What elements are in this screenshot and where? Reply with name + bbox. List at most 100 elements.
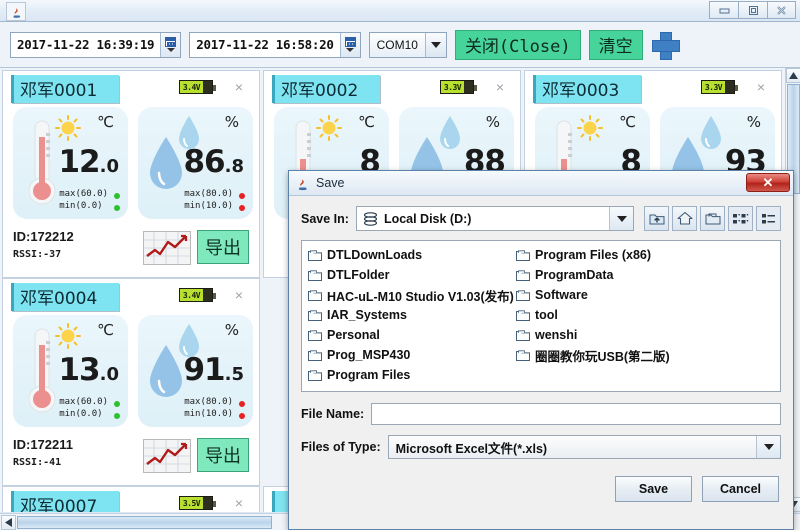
cancel-button[interactable]: Cancel xyxy=(702,476,779,502)
chart-button[interactable] xyxy=(143,231,191,265)
up-folder-icon[interactable] xyxy=(644,206,669,231)
line-chart-icon xyxy=(144,232,190,264)
close-port-button[interactable]: 关闭(Close) xyxy=(454,29,581,60)
humidity-unit: % xyxy=(746,113,761,131)
list-item[interactable]: Program Files xyxy=(308,365,526,385)
list-item[interactable]: HAC-uL-M10 Studio V1.03(发布) xyxy=(308,285,526,305)
list-item[interactable]: DTLFolder xyxy=(308,265,526,285)
sensor-name[interactable]: 邓军0004 xyxy=(11,283,119,311)
card-footer: ID:172211 RSSI:-41 导出 xyxy=(3,435,259,481)
card-header: 邓军0004 3.4V × xyxy=(3,279,259,311)
water-drop-small-icon xyxy=(440,116,460,149)
temperature-integer: 12 xyxy=(58,144,100,180)
temperature-max: max(60.0) xyxy=(59,397,108,407)
new-folder-icon[interactable] xyxy=(700,206,725,231)
card-header: 邓军0007 3.5V × xyxy=(3,487,259,512)
temperature-min-status-dot xyxy=(114,205,120,211)
list-item[interactable]: wenshi xyxy=(516,325,734,345)
save-in-row: Save In: Local Disk (D:) xyxy=(301,206,781,231)
end-datetime-field[interactable]: 2017-11-22 16:58:20 xyxy=(189,31,361,58)
scroll-thumb-horizontal[interactable] xyxy=(17,516,272,529)
folder-list-column-2: Program Files (x86) ProgramData Software… xyxy=(516,245,734,365)
home-icon[interactable] xyxy=(672,206,697,231)
card-close-icon[interactable]: × xyxy=(490,77,510,97)
port-select[interactable]: COM10 xyxy=(368,31,447,58)
humidity-min-status-dot xyxy=(239,205,245,211)
maximize-button[interactable] xyxy=(738,1,767,19)
card-close-icon[interactable]: × xyxy=(229,493,249,512)
sensor-rssi: RSSI:-41 xyxy=(13,457,62,468)
save-dialog: Save ✕ Save In: Local Disk (D:) DTLDownL… xyxy=(288,170,794,530)
folder-icon xyxy=(308,370,322,381)
list-item[interactable]: 圈圈教你玩USB(第二版) xyxy=(516,345,734,365)
temperature-unit: ℃ xyxy=(97,321,114,339)
list-item[interactable]: ProgramData xyxy=(516,265,734,285)
port-select-arrow[interactable] xyxy=(424,32,446,57)
export-button[interactable]: 导出 xyxy=(197,230,249,264)
chevron-down-icon xyxy=(346,48,355,52)
temperature-value: 13.0 xyxy=(58,355,119,386)
window-controls[interactable] xyxy=(709,1,796,19)
application-window: 2017-11-22 16:39:19 2017-11-22 16:58:20 … xyxy=(0,0,800,530)
temperature-gauge: ℃ 12.0 max(60.0) min(0.0) xyxy=(13,107,128,219)
scroll-left-button[interactable] xyxy=(1,515,16,530)
sensor-name[interactable]: 邓军0002 xyxy=(272,75,380,103)
files-of-type-select[interactable]: Microsoft Excel文件(*.xls) xyxy=(387,435,781,459)
thermometer-icon xyxy=(28,328,56,413)
dialog-body: Save In: Local Disk (D:) DTLDownLoads DT… xyxy=(289,196,793,502)
sensor-name[interactable]: 邓军0001 xyxy=(11,75,119,103)
folder-name: Prog_MSP430 xyxy=(327,348,411,362)
file-name-row: File Name: xyxy=(301,403,781,425)
battery-indicator: 3.4V xyxy=(179,288,216,302)
start-datetime-calendar-button[interactable] xyxy=(160,32,181,57)
tile-view-icon[interactable] xyxy=(728,206,753,231)
card-close-icon[interactable]: × xyxy=(751,77,771,97)
list-item[interactable]: IAR_Systems xyxy=(308,305,526,325)
save-in-arrow[interactable] xyxy=(609,207,633,230)
export-button[interactable]: 导出 xyxy=(197,438,249,472)
list-item[interactable]: Software xyxy=(516,285,734,305)
card-close-icon[interactable]: × xyxy=(229,77,249,97)
sensor-name[interactable]: 邓军0007 xyxy=(11,491,119,512)
sensor-card[interactable]: 邓军0001 3.4V × ℃ 12.0 max(60.0) min(0.0) … xyxy=(2,70,260,278)
end-datetime-calendar-button[interactable] xyxy=(339,32,360,57)
sensor-rssi: RSSI:-37 xyxy=(13,249,62,260)
folder-list[interactable]: DTLDownLoads DTLFolder HAC-uL-M10 Studio… xyxy=(301,240,781,392)
details-view-icon[interactable] xyxy=(756,206,781,231)
end-datetime-value: 2017-11-22 16:58:20 xyxy=(196,37,334,52)
folder-icon xyxy=(308,310,322,321)
humidity-value: 86.8 xyxy=(183,147,244,178)
list-item[interactable]: DTLDownLoads xyxy=(308,245,526,265)
temperature-limits: max(60.0) min(0.0) xyxy=(59,396,108,420)
sensor-card[interactable]: 邓军0007 3.5V × xyxy=(2,486,260,512)
save-button[interactable]: Save xyxy=(615,476,692,502)
humidity-decimal: .5 xyxy=(224,364,244,385)
humidity-max: max(80.0) xyxy=(184,397,233,407)
dialog-close-button[interactable]: ✕ xyxy=(746,173,790,192)
scroll-up-button[interactable] xyxy=(786,68,800,83)
sensor-name[interactable]: 邓军0003 xyxy=(533,75,641,103)
clear-button[interactable]: 清空 xyxy=(588,29,643,60)
folder-name: DTLFolder xyxy=(327,268,390,282)
card-close-icon[interactable]: × xyxy=(229,285,249,305)
save-in-select[interactable]: Local Disk (D:) xyxy=(355,206,634,231)
sensor-card[interactable]: 邓军0004 3.4V × ℃ 13.0 max(60.0) min(0.0) … xyxy=(2,278,260,486)
temperature-unit: ℃ xyxy=(619,113,636,131)
humidity-decimal: .8 xyxy=(224,156,244,177)
list-item[interactable]: Personal xyxy=(308,325,526,345)
chart-button[interactable] xyxy=(143,439,191,473)
start-datetime-field[interactable]: 2017-11-22 16:39:19 xyxy=(10,31,182,58)
plus-icon[interactable] xyxy=(651,31,680,60)
list-item[interactable]: Program Files (x86) xyxy=(516,245,734,265)
temperature-min: min(0.0) xyxy=(59,201,103,211)
temperature-min: min(0.0) xyxy=(59,409,103,419)
close-button[interactable] xyxy=(767,1,796,19)
files-of-type-arrow[interactable] xyxy=(756,436,780,458)
file-name-input[interactable] xyxy=(371,403,781,425)
minimize-button[interactable] xyxy=(709,1,738,19)
list-item[interactable]: Prog_MSP430 xyxy=(308,345,526,365)
list-item[interactable]: tool xyxy=(516,305,734,325)
card-header: 邓军0002 3.3V × xyxy=(264,71,520,103)
main-toolbar: 2017-11-22 16:39:19 2017-11-22 16:58:20 … xyxy=(0,22,800,68)
files-of-type-row: Files of Type: Microsoft Excel文件(*.xls) xyxy=(301,435,781,459)
